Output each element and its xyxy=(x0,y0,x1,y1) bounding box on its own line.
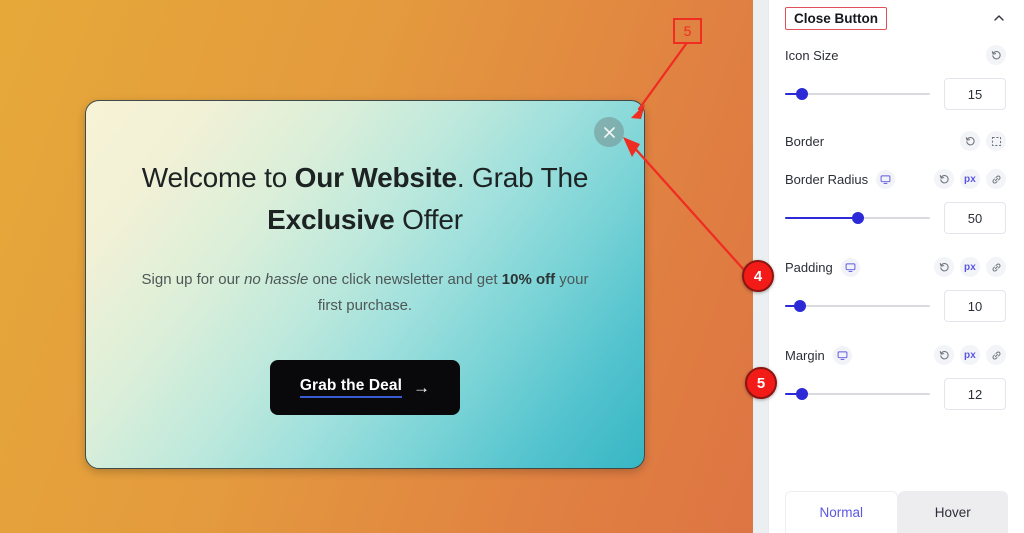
icon-size-input[interactable]: 15 xyxy=(944,78,1006,110)
slider-knob[interactable] xyxy=(796,88,809,100)
padding-actions: px xyxy=(934,257,1006,277)
control-row-border: Border xyxy=(769,126,1024,156)
popup-title-text-3: Offer xyxy=(394,204,463,235)
popup-close-button[interactable] xyxy=(594,117,624,147)
link-icon[interactable] xyxy=(986,169,1006,189)
slider-track xyxy=(785,305,930,307)
popup-title-text-1: Welcome to xyxy=(141,162,295,193)
border-radius-actions: px xyxy=(934,169,1006,189)
padding-slider[interactable] xyxy=(785,298,930,314)
popup-modal: Welcome to Our Website. Grab The Exclusi… xyxy=(85,100,645,469)
popup-content: Welcome to Our Website. Grab The Exclusi… xyxy=(86,101,644,415)
border-box-icon[interactable] xyxy=(986,131,1006,151)
panel-header: Close Button xyxy=(769,0,1024,36)
icon-size-slider[interactable] xyxy=(785,86,930,102)
px-unit-label: px xyxy=(963,173,977,185)
tab-normal[interactable]: Normal xyxy=(785,491,898,533)
icon-size-label-group: Icon Size xyxy=(785,48,838,63)
slider-fill xyxy=(785,217,858,219)
slider-row-padding: 10 xyxy=(769,282,1024,330)
panel-title: Close Button xyxy=(785,6,887,30)
margin-actions: px xyxy=(934,345,1006,365)
popup-subtitle-italic: no hassle xyxy=(244,271,309,288)
close-icon xyxy=(603,126,615,138)
popup-title: Welcome to Our Website. Grab The Exclusi… xyxy=(132,157,598,241)
reset-icon[interactable] xyxy=(960,131,980,151)
border-radius-label-group: Border Radius xyxy=(785,169,896,189)
grab-the-deal-button[interactable]: Grab the Deal → xyxy=(269,359,461,415)
popup-title-bold-1: Our Website xyxy=(294,162,457,193)
padding-input[interactable]: 10 xyxy=(944,290,1006,322)
link-icon[interactable] xyxy=(986,345,1006,365)
reset-icon[interactable] xyxy=(934,257,954,277)
popup-subtitle: Sign up for our no hassle one click news… xyxy=(132,267,598,320)
settings-panel: Close Button Icon Size 15 Border Border … xyxy=(768,0,1024,533)
popup-title-bold-2: Exclusive xyxy=(267,204,395,235)
border-actions xyxy=(960,131,1006,151)
slider-row-icon-size: 15 xyxy=(769,70,1024,118)
slider-knob[interactable] xyxy=(793,300,806,312)
px-unit-label: px xyxy=(963,261,977,273)
control-row-margin: Margin px xyxy=(769,340,1024,370)
border-radius-input[interactable]: 50 xyxy=(944,202,1006,234)
panel-gutter xyxy=(753,0,768,533)
border-label: Border xyxy=(785,133,825,149)
slider-row-margin: 12 xyxy=(769,370,1024,418)
popup-subtitle-text-2: one click newsletter and get xyxy=(308,271,502,288)
border-radius-label: Border Radius xyxy=(785,171,869,187)
icon-size-actions xyxy=(986,45,1006,65)
padding-label-group: Padding xyxy=(785,257,860,277)
margin-label-group: Margin xyxy=(785,345,852,365)
margin-slider[interactable] xyxy=(785,386,930,402)
popup-subtitle-text-1: Sign up for our xyxy=(141,271,245,288)
icon-size-label: Icon Size xyxy=(785,47,839,63)
chevron-up-icon[interactable] xyxy=(992,11,1006,25)
control-row-border-radius: Border Radius px xyxy=(769,164,1024,194)
control-row-padding: Padding px xyxy=(769,252,1024,282)
padding-label: Padding xyxy=(785,259,833,275)
popup-cta-wrapper: Grab the Deal → xyxy=(132,359,598,415)
px-unit-icon[interactable]: px xyxy=(960,257,980,277)
cta-label: Grab the Deal xyxy=(299,377,402,398)
border-radius-slider[interactable] xyxy=(785,210,930,226)
arrow-right-icon: → xyxy=(412,377,431,397)
desktop-icon[interactable] xyxy=(840,257,860,277)
state-tabs: Normal Hover xyxy=(785,491,1008,533)
popup-title-text-2: . Grab The xyxy=(456,162,589,193)
control-row-icon-size: Icon Size xyxy=(769,40,1024,70)
margin-label: Margin xyxy=(785,347,825,363)
px-unit-icon[interactable]: px xyxy=(960,169,980,189)
screenshot-root: Welcome to Our Website. Grab The Exclusi… xyxy=(0,0,1024,533)
px-unit-icon[interactable]: px xyxy=(960,345,980,365)
reset-icon[interactable] xyxy=(986,45,1006,65)
desktop-icon[interactable] xyxy=(832,345,852,365)
popup-subtitle-bold: 10% off xyxy=(501,271,556,288)
slider-row-border-radius: 50 xyxy=(769,194,1024,242)
website-preview-canvas: Welcome to Our Website. Grab The Exclusi… xyxy=(0,0,753,533)
desktop-icon[interactable] xyxy=(876,169,896,189)
link-icon[interactable] xyxy=(986,257,1006,277)
margin-input[interactable]: 12 xyxy=(944,378,1006,410)
border-label-group: Border xyxy=(785,134,824,149)
slider-knob[interactable] xyxy=(796,388,809,400)
tab-hover[interactable]: Hover xyxy=(897,491,1008,533)
px-unit-label: px xyxy=(963,349,977,361)
slider-knob[interactable] xyxy=(851,212,864,224)
reset-icon[interactable] xyxy=(934,169,954,189)
reset-icon[interactable] xyxy=(934,345,954,365)
